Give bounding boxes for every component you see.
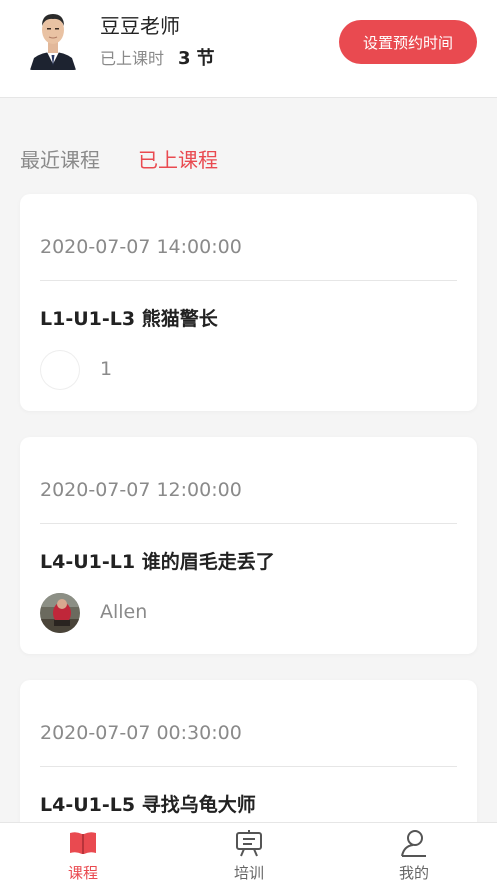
divider	[40, 766, 457, 767]
lessons-unit: 节	[196, 48, 215, 69]
tabbar-label-courses: 课程	[67, 864, 98, 882]
course-time: 2020-07-07 14:00:00	[40, 236, 242, 258]
course-card[interactable]: 2020-07-07 12:00:00 L4-U1-L1 谁的眉毛走丢了 All…	[20, 437, 477, 654]
tabbar-item-courses[interactable]: 课程	[0, 823, 166, 883]
teacher-header: 豆豆老师 已上课时 3 节 设置预约时间	[0, 0, 497, 98]
student-avatar	[40, 350, 80, 390]
course-title: L4-U1-L1 谁的眉毛走丢了	[40, 551, 275, 573]
course-time: 2020-07-07 00:30:00	[40, 722, 242, 744]
tab-recent-courses[interactable]: 最近课程	[20, 144, 100, 173]
student-name: Allen	[100, 601, 148, 623]
lessons-summary: 已上课时 3 节	[100, 44, 215, 70]
tabbar-label-training: 培训	[233, 864, 264, 882]
student-avatar	[40, 593, 80, 633]
student-name: 1	[100, 358, 113, 380]
bottom-tab-bar: 课程 培训 我的	[0, 822, 497, 883]
lessons-count: 3	[178, 48, 191, 69]
course-time: 2020-07-07 12:00:00	[40, 479, 242, 501]
course-title: L4-U1-L5 寻找乌龟大师	[40, 794, 256, 816]
course-tabs: 最近课程 已上课程	[0, 98, 497, 194]
course-title: L1-U1-L3 熊猫警长	[40, 308, 218, 330]
tabbar-item-training[interactable]: 培训	[166, 823, 332, 883]
course-card[interactable]: 2020-07-07 14:00:00 L1-U1-L3 熊猫警长 1	[20, 194, 477, 411]
profile-icon	[399, 829, 429, 857]
tab-completed-courses[interactable]: 已上课程	[138, 144, 218, 173]
divider	[40, 280, 457, 281]
teacher-name: 豆豆老师	[100, 14, 180, 38]
set-schedule-button[interactable]: 设置预约时间	[339, 20, 477, 64]
book-icon	[68, 829, 98, 857]
training-icon	[234, 829, 264, 857]
lessons-label: 已上课时	[100, 49, 165, 68]
tabbar-label-profile: 我的	[398, 864, 429, 882]
teacher-avatar	[28, 6, 78, 70]
divider	[40, 523, 457, 524]
tabbar-item-profile[interactable]: 我的	[331, 823, 497, 883]
